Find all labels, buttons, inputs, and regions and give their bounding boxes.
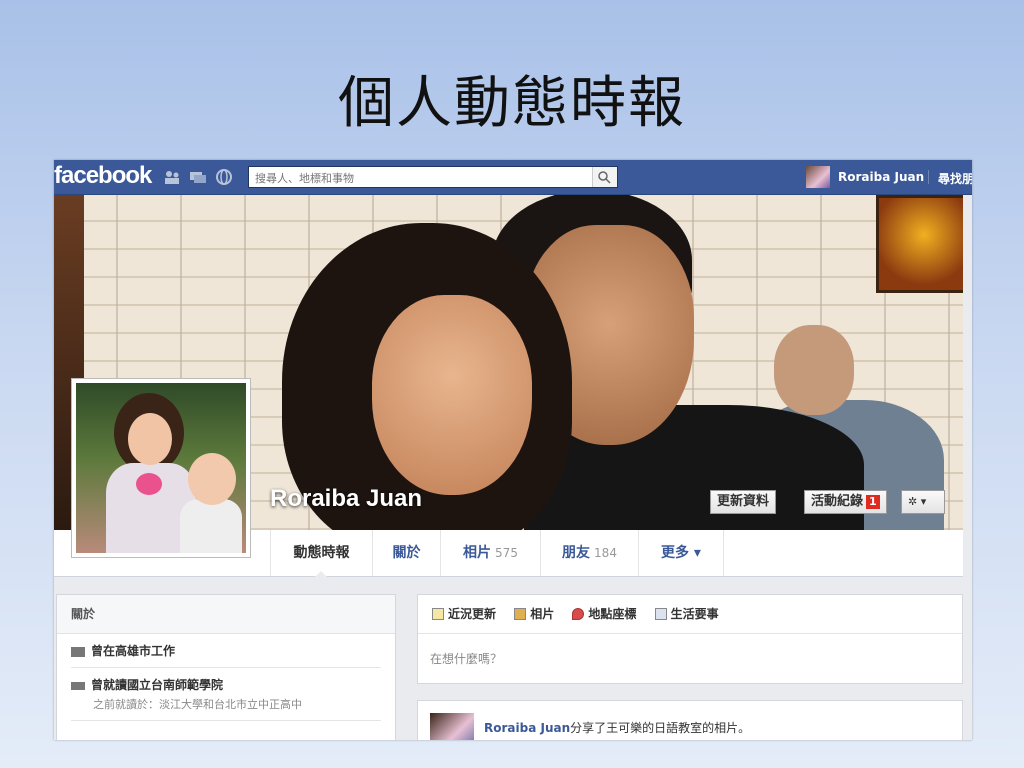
school-sub-text: 之前就讀於：淡江大學和台北市立中正高中 <box>93 698 302 711</box>
composer-tab-photo[interactable]: 相片 <box>514 607 554 621</box>
friends-count: 184 <box>594 546 617 560</box>
search-box[interactable] <box>248 166 618 189</box>
profile-name[interactable]: Roraiba Juan <box>270 485 422 513</box>
top-bar: facebook Roraiba Juan 尋找朋友 <box>54 160 972 195</box>
composer-tab-status[interactable]: 近況更新 <box>432 607 496 621</box>
book-icon <box>654 608 667 620</box>
friend-requests-icon[interactable] <box>164 169 180 184</box>
story-avatar[interactable] <box>430 713 474 740</box>
user-avatar[interactable] <box>806 166 830 188</box>
work-item: 曾在高雄市工作 <box>71 634 381 668</box>
story-user-link[interactable]: Roraiba Juan <box>484 721 570 735</box>
slide-title: 個人動態時報 <box>338 71 686 136</box>
tab-friends[interactable]: 朋友 184 <box>540 530 638 576</box>
facebook-screenshot: facebook Roraiba Juan 尋找朋友 Ror <box>54 160 972 740</box>
tab-about[interactable]: 關於 <box>372 530 440 576</box>
search-button[interactable] <box>592 167 617 187</box>
status-icon <box>432 608 444 620</box>
photo-icon <box>514 608 527 620</box>
education-item: 曾就讀國立台南師範學院 之前就讀於：淡江大學和台北市立中正高中 <box>71 668 381 721</box>
location-pin-icon <box>572 608 585 620</box>
tab-more[interactable]: 更多 ▾ <box>638 530 724 576</box>
search-input[interactable] <box>253 168 587 189</box>
feed-story: Roraiba Juan分享了王可樂的日語教室的相片。 <box>417 700 963 740</box>
composer-tab-place[interactable]: 地點座標 <box>572 607 636 621</box>
photos-count: 575 <box>495 546 518 560</box>
heart-pattern <box>136 473 162 495</box>
about-box: 關於 曾在高雄市工作 曾就讀國立台南師範學院 之前就讀於：淡江大學和台北市立中正… <box>56 594 396 740</box>
tab-timeline[interactable]: 動態時報 <box>270 530 372 577</box>
story-text: Roraiba Juan分享了王可樂的日語教室的相片。 <box>484 721 751 735</box>
school-icon <box>71 681 85 690</box>
settings-gear-button[interactable]: ✲ ▾ <box>901 490 945 514</box>
find-friends-link[interactable]: 尋找朋友 <box>938 170 972 187</box>
divider <box>928 170 929 184</box>
tab-photos[interactable]: 相片 575 <box>440 530 540 576</box>
composer-tabs: 近況更新 相片 地點座標 生活要事 <box>418 595 962 634</box>
activity-log-label: 活動紀錄 <box>811 494 864 509</box>
profile-picture[interactable] <box>71 378 251 558</box>
activity-badge: 1 <box>866 495 880 509</box>
about-heading[interactable]: 關於 <box>57 595 395 634</box>
facebook-logo[interactable]: facebook <box>54 162 152 190</box>
activity-log-button[interactable]: 活動紀錄 1 <box>804 490 887 514</box>
search-icon <box>598 171 611 184</box>
school-text[interactable]: 曾就讀國立台南師範學院 <box>91 678 223 692</box>
status-composer: 近況更新 相片 地點座標 生活要事 在想什麼嗎？ <box>417 594 963 684</box>
user-name-link[interactable]: Roraiba Juan <box>838 170 924 184</box>
wall-painting <box>876 195 963 293</box>
update-info-button[interactable]: 更新資料 <box>710 490 777 514</box>
work-text[interactable]: 曾在高雄市工作 <box>91 644 175 658</box>
composer-tab-life-event[interactable]: 生活要事 <box>654 607 719 621</box>
messages-icon[interactable] <box>190 169 206 183</box>
briefcase-icon <box>71 646 85 657</box>
notifications-globe-icon[interactable] <box>216 169 232 185</box>
status-input[interactable]: 在想什麼嗎？ <box>418 634 962 683</box>
